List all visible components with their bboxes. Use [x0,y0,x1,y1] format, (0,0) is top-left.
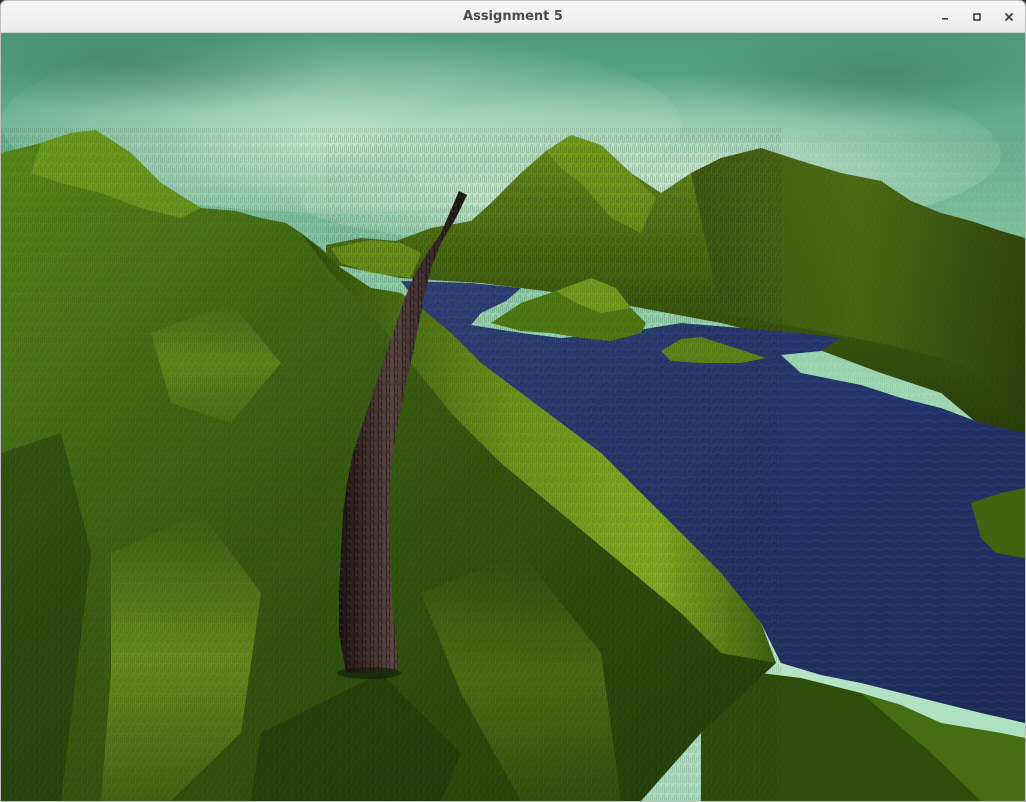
tree-base-shadow [337,667,401,679]
render-viewport[interactable] [1,33,1025,801]
maximize-icon [972,12,982,22]
minimize-button[interactable] [935,7,955,27]
maximize-button[interactable] [967,7,987,27]
minimize-icon [940,12,950,22]
app-window: Assignment 5 [0,0,1026,802]
title-bar[interactable]: Assignment 5 [1,1,1025,33]
close-button[interactable] [999,7,1019,27]
terrain-scene [1,33,1025,801]
close-icon [1004,12,1014,22]
window-title: Assignment 5 [463,9,563,24]
